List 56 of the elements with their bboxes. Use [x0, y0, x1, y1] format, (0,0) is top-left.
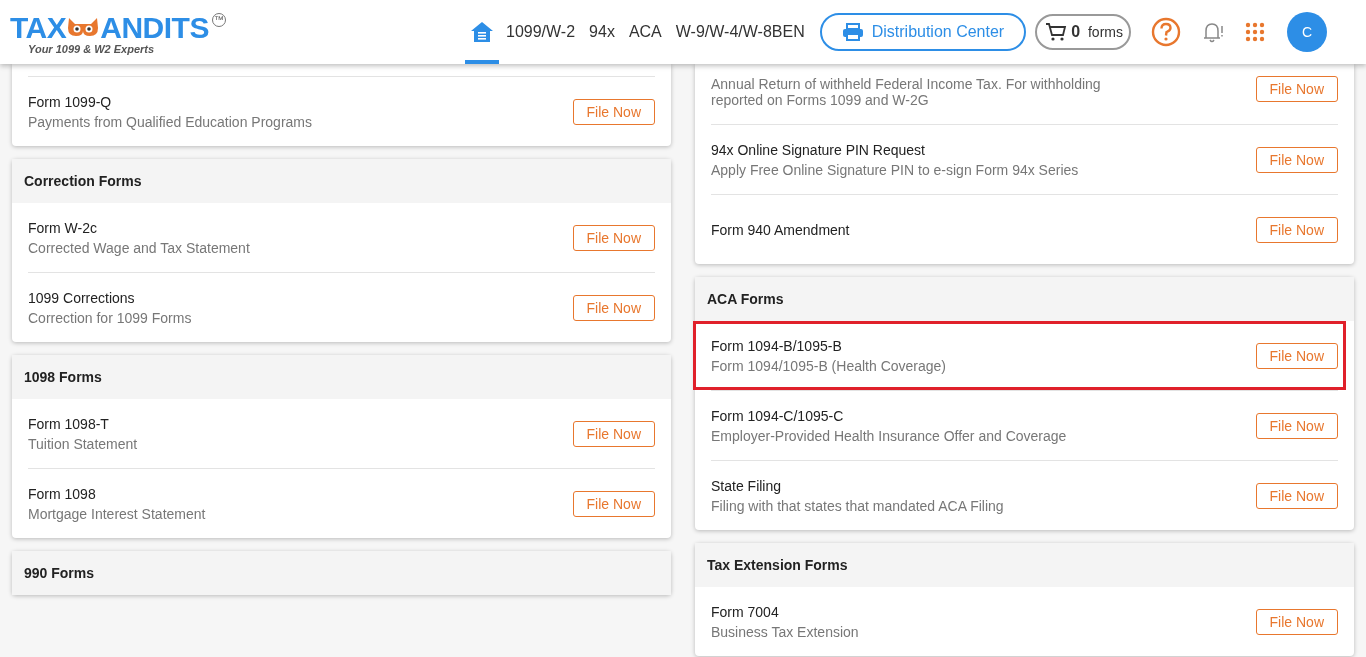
card-heading: Tax Extension Forms: [695, 543, 1354, 587]
form-description: Payments from Qualified Education Programs: [28, 113, 312, 130]
printer-icon: [841, 23, 864, 41]
cart-icon: [1045, 22, 1068, 42]
form-description: Business Tax Extension: [711, 623, 859, 640]
form-description: Apply Free Online Signature PIN to e-sign Form 94x Series: [711, 161, 1079, 178]
nav-tab[interactable]: 94x: [582, 0, 622, 64]
form-name: State Filing: [711, 477, 783, 494]
file-now-button[interactable]: File Now: [572, 98, 655, 125]
file-now-button[interactable]: File Now: [1255, 146, 1338, 173]
form-name: Form 1099-Q: [28, 93, 113, 110]
form-name: Form 1094-C/1095-C: [711, 407, 845, 424]
card-heading: Correction Forms: [12, 159, 671, 203]
card-heading: 1098 Forms: [12, 355, 671, 399]
apps-grid-icon[interactable]: [1245, 22, 1265, 42]
file-now-button[interactable]: File Now: [572, 420, 655, 447]
form-name: 94x Online Signature PIN Request: [711, 141, 926, 158]
form-description: Tuition Statement: [28, 435, 138, 452]
form-name: Form 1094-B/1095-B: [711, 337, 843, 354]
form-name: Form 1098-T: [28, 415, 110, 432]
file-now-button[interactable]: File Now: [1255, 342, 1338, 369]
file-now-button[interactable]: File Now: [1255, 216, 1338, 243]
file-now-button[interactable]: File Now: [1255, 608, 1338, 635]
help-icon[interactable]: [1151, 17, 1181, 47]
form-description: Corrected Wage and Tax Statement: [28, 239, 250, 256]
cart-button[interactable]: 0 forms: [1035, 14, 1131, 50]
logo-text: TAX: [10, 13, 67, 43]
logo-tagline: Your 1099 & W2 Experts: [28, 43, 156, 55]
form-description: Form 1094/1095-B (Health Coverage): [711, 357, 946, 374]
bell-icon[interactable]: [1201, 20, 1225, 44]
user-avatar[interactable]: C: [1287, 12, 1327, 52]
card-heading: ACA Forms: [695, 277, 1354, 321]
card-heading: 990 Forms: [12, 551, 671, 595]
distribution-center-button[interactable]: Distribution Center: [819, 13, 1027, 51]
file-now-button[interactable]: File Now: [1255, 76, 1338, 102]
form-description: Employer-Provided Health Insurance Offer and Coverage: [711, 427, 1067, 444]
form-description: Mortgage Interest Statement: [28, 505, 206, 522]
form-name: 1099 Corrections: [28, 289, 136, 306]
form-name: Form 1098: [28, 485, 97, 502]
file-now-button[interactable]: File Now: [1255, 482, 1338, 509]
nav-tab[interactable]: 1099/W-2: [499, 0, 583, 64]
form-description: Filing with that states that mandated ACA Filing: [711, 497, 1004, 514]
file-now-button[interactable]: File Now: [1255, 412, 1338, 439]
owl-mask-icon: [66, 16, 101, 38]
file-now-button[interactable]: File Now: [572, 224, 655, 251]
form-description: Correction for 1099 Forms: [28, 309, 192, 326]
form-description: Annual Return of withheld Federal Income Tax. For withholding reported on Forms 1099 and W-2G: [711, 76, 1102, 108]
nav-tab[interactable]: W-9/W-4/W-8BEN: [668, 0, 812, 64]
nav-tab[interactable]: ACA: [621, 0, 669, 64]
form-name: Form 7004: [711, 603, 780, 620]
file-now-button[interactable]: File Now: [572, 294, 655, 321]
form-name: Form W-2c: [28, 219, 98, 236]
logo-text: ANDITS: [100, 13, 209, 43]
form-name: Form 940 Amendment: [711, 221, 850, 238]
home-icon: [470, 21, 494, 43]
file-now-button[interactable]: File Now: [572, 490, 655, 517]
